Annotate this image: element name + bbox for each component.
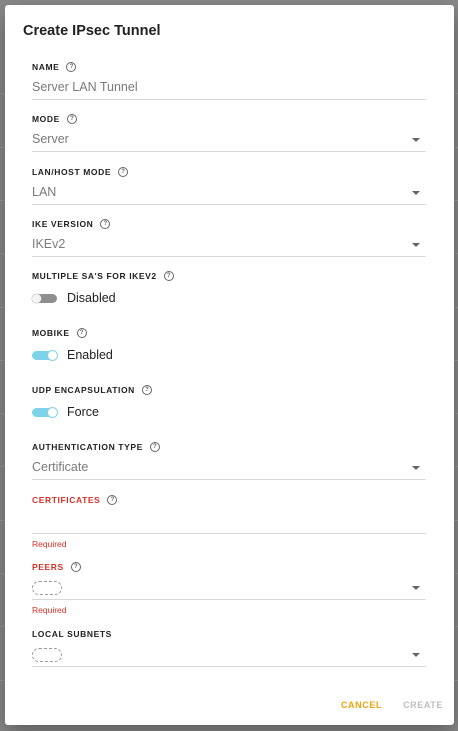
peers-label: PEERS [32,562,64,572]
udp-encapsulation-toggle[interactable] [32,407,57,417]
chevron-down-icon [412,243,420,247]
ike-version-value: IKEv2 [32,237,66,251]
ike-version-field: IKE VERSION ? IKEv2 [32,218,426,257]
help-icon[interactable]: ? [118,167,129,177]
help-icon[interactable]: ? [66,114,77,124]
peers-required-error: Required [32,605,67,615]
help-icon[interactable]: ? [163,271,174,281]
help-icon[interactable]: ? [76,328,87,338]
toggle-knob [32,293,41,303]
mode-select[interactable]: Server [32,127,426,152]
ike-version-label: IKE VERSION [32,219,94,229]
mode-value: Server [32,132,69,146]
local-subnets-select[interactable] [32,642,426,667]
name-value: Server LAN Tunnel [32,80,138,94]
authentication-type-value: Certificate [32,460,89,474]
name-field: NAME ? Server LAN Tunnel [32,61,426,100]
mobike-state: Enabled [67,348,113,362]
empty-chip-placeholder [32,581,62,595]
help-icon[interactable]: ? [141,385,152,395]
udp-encapsulation-field: UDP ENCAPSULATION ? Force [32,384,426,419]
chevron-down-icon [412,466,420,470]
authentication-type-label: AUTHENTICATION TYPE [32,442,143,452]
mobike-toggle[interactable] [32,350,57,360]
lan-host-mode-field: LAN/HOST MODE ? LAN [32,166,426,205]
dialog-actions: CANCEL CREATE [341,700,443,710]
certificates-field: CERTIFICATES ? Required [32,494,426,549]
cancel-button[interactable]: CANCEL [341,700,382,710]
multiple-sas-field: MULTIPLE SA'S FOR IKEV2 ? Disabled [32,270,426,305]
toggle-knob [48,407,57,417]
local-subnets-label: LOCAL SUBNETS [32,629,112,639]
chevron-down-icon [412,191,420,195]
certificates-input[interactable] [32,508,426,534]
create-ipsec-tunnel-dialog: Create IPsec Tunnel NAME ? Server LAN Tu… [5,5,454,725]
mobike-label: MOBIKE [32,328,70,338]
chevron-down-icon [412,653,420,657]
udp-encapsulation-label: UDP ENCAPSULATION [32,385,135,395]
mobike-field: MOBIKE ? Enabled [32,327,426,362]
certificates-label: CERTIFICATES [32,495,101,505]
local-subnets-field: LOCAL SUBNETS [32,628,426,667]
dialog-title: Create IPsec Tunnel [23,23,161,39]
lan-host-mode-value: LAN [32,185,57,199]
chevron-down-icon [412,586,420,590]
certificates-required-error: Required [32,539,67,549]
multiple-sas-label: MULTIPLE SA'S FOR IKEV2 [32,271,157,281]
help-icon[interactable]: ? [70,562,81,572]
lan-host-mode-label: LAN/HOST MODE [32,167,112,177]
mode-label: MODE [32,114,60,124]
name-label: NAME [32,62,60,72]
lan-host-mode-select[interactable]: LAN [32,180,426,205]
chevron-down-icon [412,138,420,142]
multiple-sas-state: Disabled [67,291,116,305]
toggle-knob [48,350,57,360]
help-icon[interactable]: ? [107,495,118,505]
mode-field: MODE ? Server [32,113,426,152]
udp-encapsulation-state: Force [67,405,99,419]
empty-chip-placeholder [32,648,62,662]
peers-select[interactable] [32,575,426,600]
multiple-sas-toggle[interactable] [32,293,57,303]
peers-field: PEERS ? Required [32,561,426,615]
help-icon[interactable]: ? [149,442,160,452]
help-icon[interactable]: ? [66,62,77,72]
ike-version-select[interactable]: IKEv2 [32,232,426,257]
authentication-type-field: AUTHENTICATION TYPE ? Certificate [32,441,426,480]
authentication-type-select[interactable]: Certificate [32,455,426,480]
create-button[interactable]: CREATE [403,700,443,710]
help-icon[interactable]: ? [100,219,111,229]
name-input[interactable]: Server LAN Tunnel [32,75,426,100]
